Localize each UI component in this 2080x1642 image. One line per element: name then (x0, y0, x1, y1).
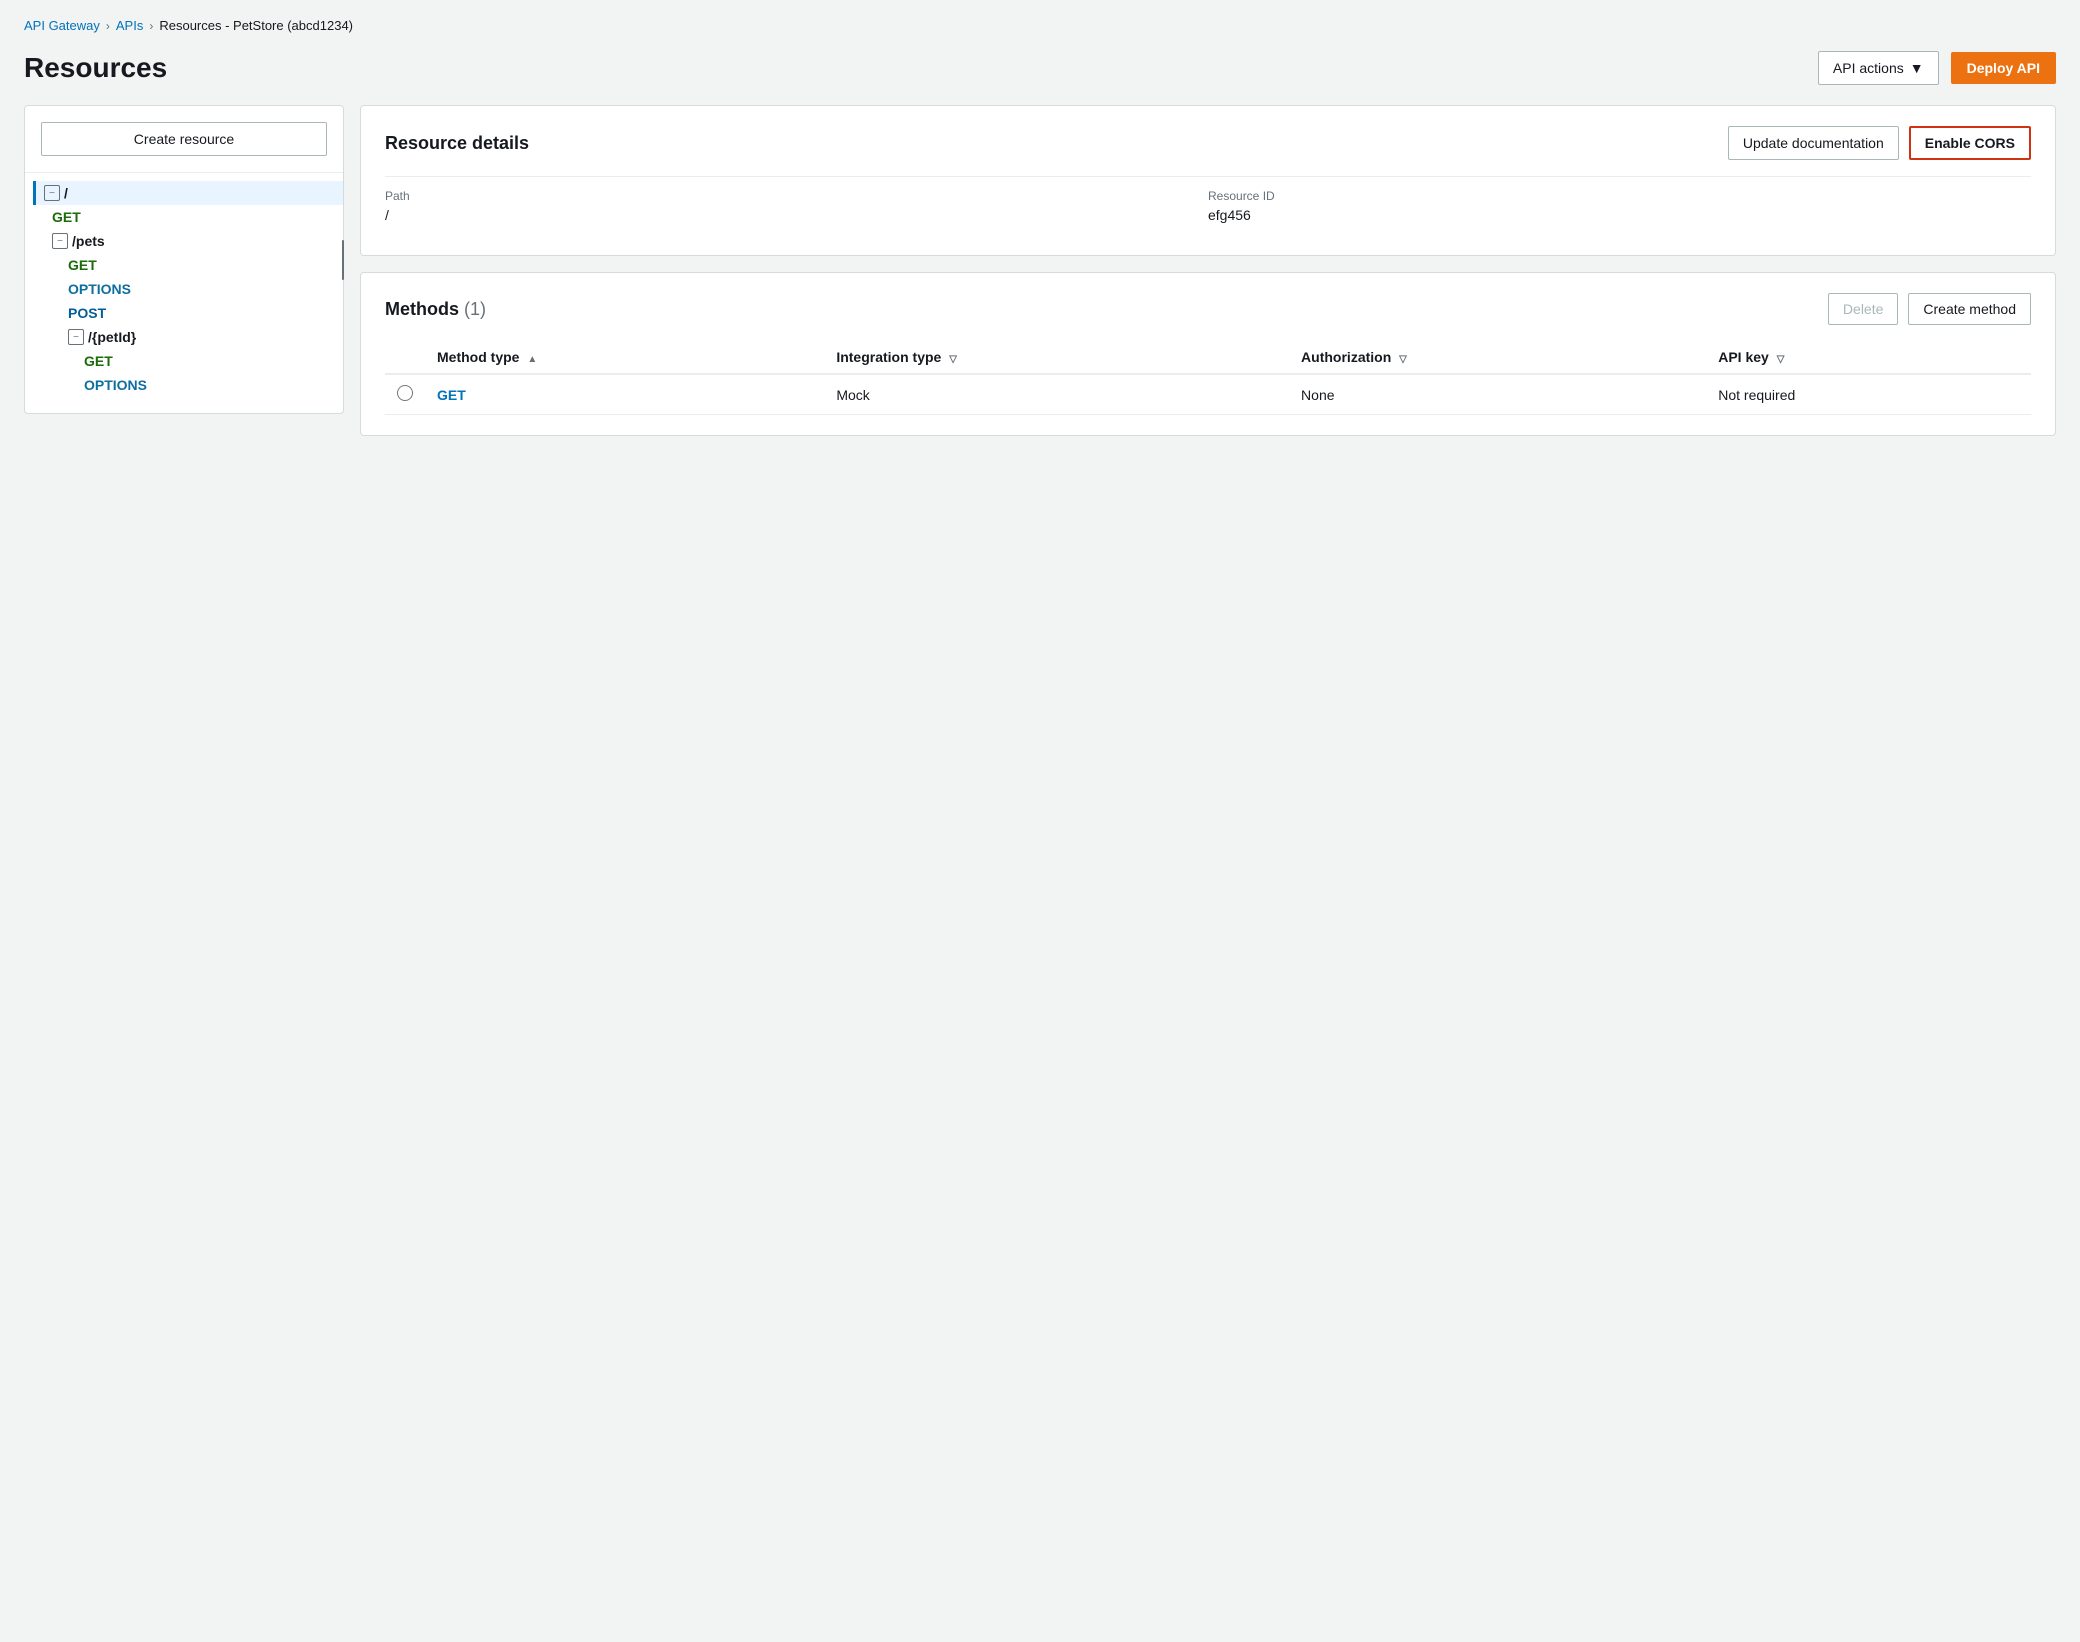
table-row: GET Mock None Not required (385, 374, 2031, 415)
td-integration-type: Mock (824, 374, 1289, 415)
td-method-type: GET (425, 374, 824, 415)
detail-resource-id-label: Resource ID (1208, 189, 2031, 203)
tree-item-root[interactable]: − / (33, 181, 343, 205)
page-title: Resources (24, 52, 167, 84)
detail-path-value: / (385, 207, 1208, 223)
methods-card: Methods (1) Delete Create method Method … (360, 272, 2056, 436)
tree-toggle-root[interactable]: − (44, 185, 60, 201)
th-api-key[interactable]: API key ▽ (1706, 341, 2031, 374)
integration-type-value: Mock (836, 387, 869, 403)
resource-sidebar: Create resource − / GET − /pets (24, 105, 344, 414)
tree-item-options-petid[interactable]: OPTIONS (33, 373, 343, 397)
method-get-link[interactable]: GET (437, 387, 466, 403)
tree-item-get-petid[interactable]: GET (33, 349, 343, 373)
methods-count: (1) (464, 299, 486, 319)
resource-tree: − / GET − /pets GET OPTIONS (25, 181, 343, 397)
resource-details-actions: Update documentation Enable CORS (1728, 126, 2031, 160)
chevron-down-icon: ▼ (1910, 60, 1924, 76)
resource-details-title: Resource details (385, 133, 529, 154)
td-authorization: None (1289, 374, 1706, 415)
th-method-type-label: Method type (437, 349, 519, 365)
deploy-api-button[interactable]: Deploy API (1951, 52, 2056, 84)
sidebar-divider (25, 172, 343, 173)
th-authorization[interactable]: Authorization ▽ (1289, 341, 1706, 374)
methods-header: Methods (1) Delete Create method (385, 293, 2031, 325)
tree-item-petid[interactable]: − /{petId} (33, 325, 343, 349)
resize-handle[interactable] (337, 106, 349, 413)
tree-method-post-pets: POST (68, 305, 106, 321)
create-method-button[interactable]: Create method (1908, 293, 2031, 325)
resource-details-card: Resource details Update documentation En… (360, 105, 2056, 256)
breadcrumb-sep-1: › (106, 19, 110, 33)
tree-path-petid: /{petId} (88, 329, 136, 345)
detail-path-label: Path (385, 189, 1208, 203)
main-content: Create resource − / GET − /pets (24, 105, 2056, 436)
delete-method-button[interactable]: Delete (1828, 293, 1898, 325)
tree-method-options-petid: OPTIONS (84, 377, 147, 393)
detail-resource-id: Resource ID efg456 (1208, 176, 2031, 235)
tree-path-pets: /pets (72, 233, 105, 249)
update-documentation-button[interactable]: Update documentation (1728, 126, 1899, 160)
sort-desc-icon-integration: ▽ (949, 354, 957, 365)
th-method-type[interactable]: Method type ▲ (425, 341, 824, 374)
authorization-value: None (1301, 387, 1334, 403)
resource-details-grid: Path / Resource ID efg456 (385, 176, 2031, 235)
tree-item-get-pets[interactable]: GET (33, 253, 343, 277)
tree-item-get-root[interactable]: GET (33, 205, 343, 229)
right-panel: Resource details Update documentation En… (360, 105, 2056, 436)
breadcrumb: API Gateway › APIs › Resources - PetStor… (24, 18, 2056, 33)
tree-method-get-petid: GET (84, 353, 113, 369)
tree-toggle-pets[interactable]: − (52, 233, 68, 249)
td-api-key: Not required (1706, 374, 2031, 415)
breadcrumb-sep-2: › (149, 19, 153, 33)
page-wrapper: API Gateway › APIs › Resources - PetStor… (0, 0, 2080, 1642)
methods-table: Method type ▲ Integration type ▽ Authori… (385, 341, 2031, 415)
create-resource-button[interactable]: Create resource (41, 122, 327, 156)
methods-title-text: Methods (385, 299, 459, 319)
detail-path: Path / (385, 176, 1208, 235)
resize-handle-line (342, 240, 344, 280)
tree-method-get-pets: GET (68, 257, 97, 273)
page-header: Resources API actions ▼ Deploy API (24, 51, 2056, 85)
api-actions-label: API actions (1833, 60, 1904, 76)
detail-resource-id-value: efg456 (1208, 207, 2031, 223)
methods-title: Methods (1) (385, 299, 486, 320)
breadcrumb-api-gateway[interactable]: API Gateway (24, 18, 100, 33)
td-radio (385, 374, 425, 415)
api-key-value: Not required (1718, 387, 1795, 403)
tree-method-get-root: GET (52, 209, 81, 225)
sort-desc-icon-auth: ▽ (1399, 354, 1407, 365)
tree-path-root: / (64, 185, 68, 201)
th-authorization-label: Authorization (1301, 349, 1391, 365)
methods-table-header-row: Method type ▲ Integration type ▽ Authori… (385, 341, 2031, 374)
header-actions: API actions ▼ Deploy API (1818, 51, 2056, 85)
sort-desc-icon-key: ▽ (1777, 354, 1785, 365)
resource-details-header: Resource details Update documentation En… (385, 126, 2031, 160)
method-select-radio[interactable] (397, 385, 413, 401)
breadcrumb-current: Resources - PetStore (abcd1234) (159, 18, 353, 33)
th-select (385, 341, 425, 374)
enable-cors-button[interactable]: Enable CORS (1909, 126, 2031, 160)
th-api-key-label: API key (1718, 349, 1769, 365)
methods-actions: Delete Create method (1828, 293, 2031, 325)
tree-item-options-pets[interactable]: OPTIONS (33, 277, 343, 301)
th-integration-type-label: Integration type (836, 349, 941, 365)
sort-asc-icon: ▲ (527, 354, 537, 365)
api-actions-button[interactable]: API actions ▼ (1818, 51, 1939, 85)
tree-toggle-petid[interactable]: − (68, 329, 84, 345)
tree-item-post-pets[interactable]: POST (33, 301, 343, 325)
breadcrumb-apis[interactable]: APIs (116, 18, 143, 33)
tree-method-options-pets: OPTIONS (68, 281, 131, 297)
tree-item-pets[interactable]: − /pets (33, 229, 343, 253)
th-integration-type[interactable]: Integration type ▽ (824, 341, 1289, 374)
